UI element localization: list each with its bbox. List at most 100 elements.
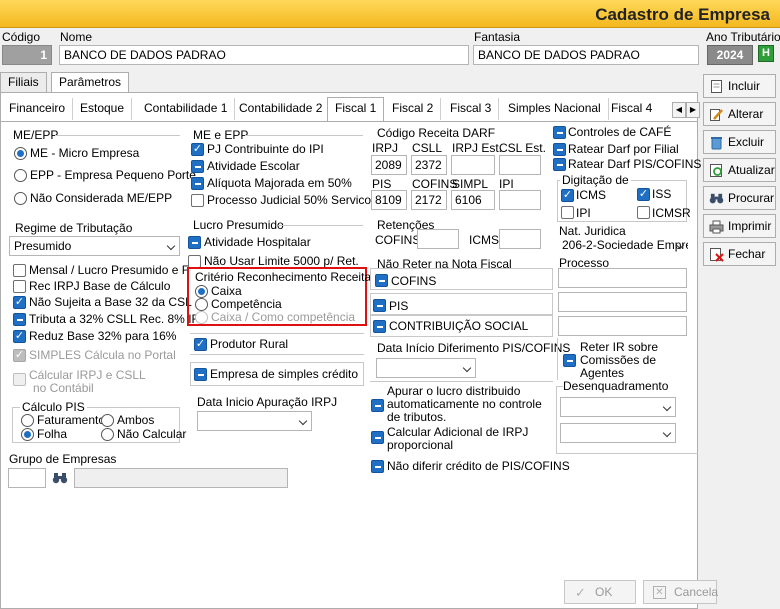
cb-simples-credito[interactable] <box>194 368 207 381</box>
cb-calcular-irpj[interactable] <box>13 373 26 386</box>
cb-nao-reter-pis[interactable] <box>373 299 386 312</box>
cb-atividade-hospitalar[interactable] <box>188 236 201 249</box>
cb-reduz-base[interactable]: ✓ <box>13 330 26 343</box>
radio-me[interactable] <box>14 147 27 160</box>
cb-mensal[interactable] <box>13 264 26 277</box>
cb-nao-reter-cofins[interactable] <box>375 274 388 287</box>
cancela-button[interactable]: ✕ Cancela <box>643 580 718 604</box>
darf-label-ipi: IPI <box>499 177 514 191</box>
desenquadramento-select-1[interactable] <box>560 397 676 417</box>
atualizar-button[interactable]: Atualizar <box>703 158 776 182</box>
ano-h-button[interactable]: H <box>758 45 774 62</box>
darf-pis-field[interactable]: 8109 <box>371 190 407 210</box>
fantasia-field[interactable]: BANCO DE DADOS PADRAO <box>473 45 699 65</box>
retencoes-cofins-field[interactable] <box>417 229 459 249</box>
cb-dig-iss[interactable]: ✓ <box>637 188 650 201</box>
data-apuracao-select[interactable] <box>197 411 312 431</box>
cb-nao-diferir[interactable] <box>371 460 384 473</box>
tab-financeiro[interactable]: Financeiro <box>2 98 74 120</box>
tab-scroll-right-icon[interactable]: ▶ <box>686 102 700 118</box>
cb-calcular-irpj-label-2: no Contábil <box>33 381 94 395</box>
darf-csll-field[interactable]: 2372 <box>411 155 447 175</box>
procurar-button[interactable]: Procurar <box>703 186 776 210</box>
cb-processo-judicial[interactable] <box>191 194 204 207</box>
cb-apurar-lucro-label: Apurar o lucro distribuido automaticamen… <box>387 384 542 424</box>
radio-ambos[interactable] <box>101 414 114 427</box>
darf-label-simpl: SIMPL <box>452 177 489 191</box>
tab-parametros[interactable]: Parâmetros <box>51 72 130 92</box>
cb-ratear-pis-cofins[interactable] <box>553 158 566 171</box>
cb-controles-cafe[interactable] <box>553 126 566 139</box>
darf-ipi-field[interactable] <box>499 190 541 210</box>
cb-reter-ir[interactable] <box>563 354 576 367</box>
radio-faturamento[interactable] <box>21 414 34 427</box>
darf-simpl-field[interactable]: 6106 <box>451 190 495 210</box>
processo-field-2[interactable] <box>558 292 687 312</box>
grupo-code-field[interactable] <box>8 468 46 488</box>
ok-button[interactable]: ✓ OK <box>564 580 636 604</box>
cb-controles-cafe-label: Controles de CAFÉ <box>568 125 672 139</box>
tab-contabilidade-2[interactable]: Contabilidade 2 <box>232 98 331 120</box>
tab-fiscal-2[interactable]: Fiscal 2 <box>385 98 442 120</box>
radio-caixa[interactable] <box>195 285 208 298</box>
criterio-title: Critério Reconhecimento Receita <box>195 270 372 284</box>
incluir-button[interactable]: Incluir <box>703 74 776 98</box>
fechar-button[interactable]: Fechar <box>703 242 776 266</box>
darf-label-pis: PIS <box>372 177 392 191</box>
cb-calcular-adicional[interactable] <box>371 431 384 444</box>
binoculars-icon[interactable] <box>52 470 68 486</box>
radio-caixa-competencia[interactable] <box>195 311 208 324</box>
cb-dig-icms[interactable]: ✓ <box>561 189 574 202</box>
radio-nao-calcular[interactable] <box>101 428 114 441</box>
tab-scroll-left-icon[interactable]: ◀ <box>672 102 686 118</box>
excluir-button[interactable]: Excluir <box>703 130 776 154</box>
regime-title: Regime de Tributação <box>15 221 133 235</box>
retencoes-icms-field[interactable] <box>499 229 541 249</box>
cb-atividade-escolar[interactable] <box>191 160 204 173</box>
close-icon <box>709 247 724 262</box>
radio-epp[interactable] <box>14 169 27 182</box>
tab-fiscal-3[interactable]: Fiscal 3 <box>443 98 500 120</box>
tab-fiscal-1[interactable]: Fiscal 1 <box>327 97 385 121</box>
tab-simples-nacional[interactable]: Simples Nacional <box>501 98 609 120</box>
darf-label-cofins: COFINS <box>412 177 458 191</box>
radio-competencia[interactable] <box>195 298 208 311</box>
tab-estoque[interactable]: Estoque <box>73 98 133 120</box>
cb-tributa-32[interactable] <box>13 313 26 326</box>
cb-produtor-rural[interactable]: ✓ <box>194 338 207 351</box>
cb-nao-sujeita[interactable]: ✓ <box>13 296 26 309</box>
nome-field[interactable]: BANCO DE DADOS PADRAO <box>59 45 469 65</box>
tab-fiscal-4[interactable]: Fiscal 4 <box>604 98 659 120</box>
tab-filiais[interactable]: Filiais <box>0 72 47 92</box>
darf-csl-est-field[interactable] <box>499 155 541 175</box>
alterar-button[interactable]: Alterar <box>703 102 776 126</box>
imprimir-button[interactable]: Imprimir <box>703 214 776 238</box>
cb-ratear-filial[interactable] <box>553 143 566 156</box>
processo-field-1[interactable] <box>558 268 687 288</box>
nat-juridica-select[interactable]: 206-2-Sociedade Empre <box>558 236 688 256</box>
title-bar: Cadastro de Empresa <box>0 0 780 28</box>
darf-cofins-field[interactable]: 2172 <box>411 190 447 210</box>
cb-nao-reter-contribuicao[interactable] <box>373 320 386 333</box>
cb-dig-ipi[interactable] <box>561 206 574 219</box>
tab-contabilidade-1[interactable]: Contabilidade 1 <box>137 98 236 120</box>
processo-field-3[interactable] <box>558 316 687 336</box>
cb-aliquota-majorada[interactable] <box>191 177 204 190</box>
radio-nao-considerada[interactable] <box>14 192 27 205</box>
ano-field[interactable]: 2024 <box>707 45 753 65</box>
darf-irpj-est-field[interactable] <box>451 155 495 175</box>
cb-dig-icmsr[interactable] <box>637 206 650 219</box>
cb-rec-irpj[interactable] <box>13 280 26 293</box>
radio-folha[interactable] <box>21 428 34 441</box>
cb-rec-irpj-label: Rec IRPJ Base de Cálculo <box>29 279 171 293</box>
regime-select[interactable]: Presumido <box>9 236 180 256</box>
darf-irpj-field[interactable]: 2089 <box>371 155 407 175</box>
radio-folha-label: Folha <box>37 427 68 441</box>
cb-simples-portal[interactable]: ✓ <box>13 349 26 362</box>
codigo-field[interactable]: 1 <box>2 45 52 65</box>
data-diferimento-select[interactable] <box>376 358 476 378</box>
cb-dig-ipi-label: IPI <box>576 206 591 220</box>
desenquadramento-select-2[interactable] <box>560 423 676 443</box>
cb-pj-ipi[interactable]: ✓ <box>191 143 204 156</box>
cb-apurar-lucro[interactable] <box>371 399 384 412</box>
